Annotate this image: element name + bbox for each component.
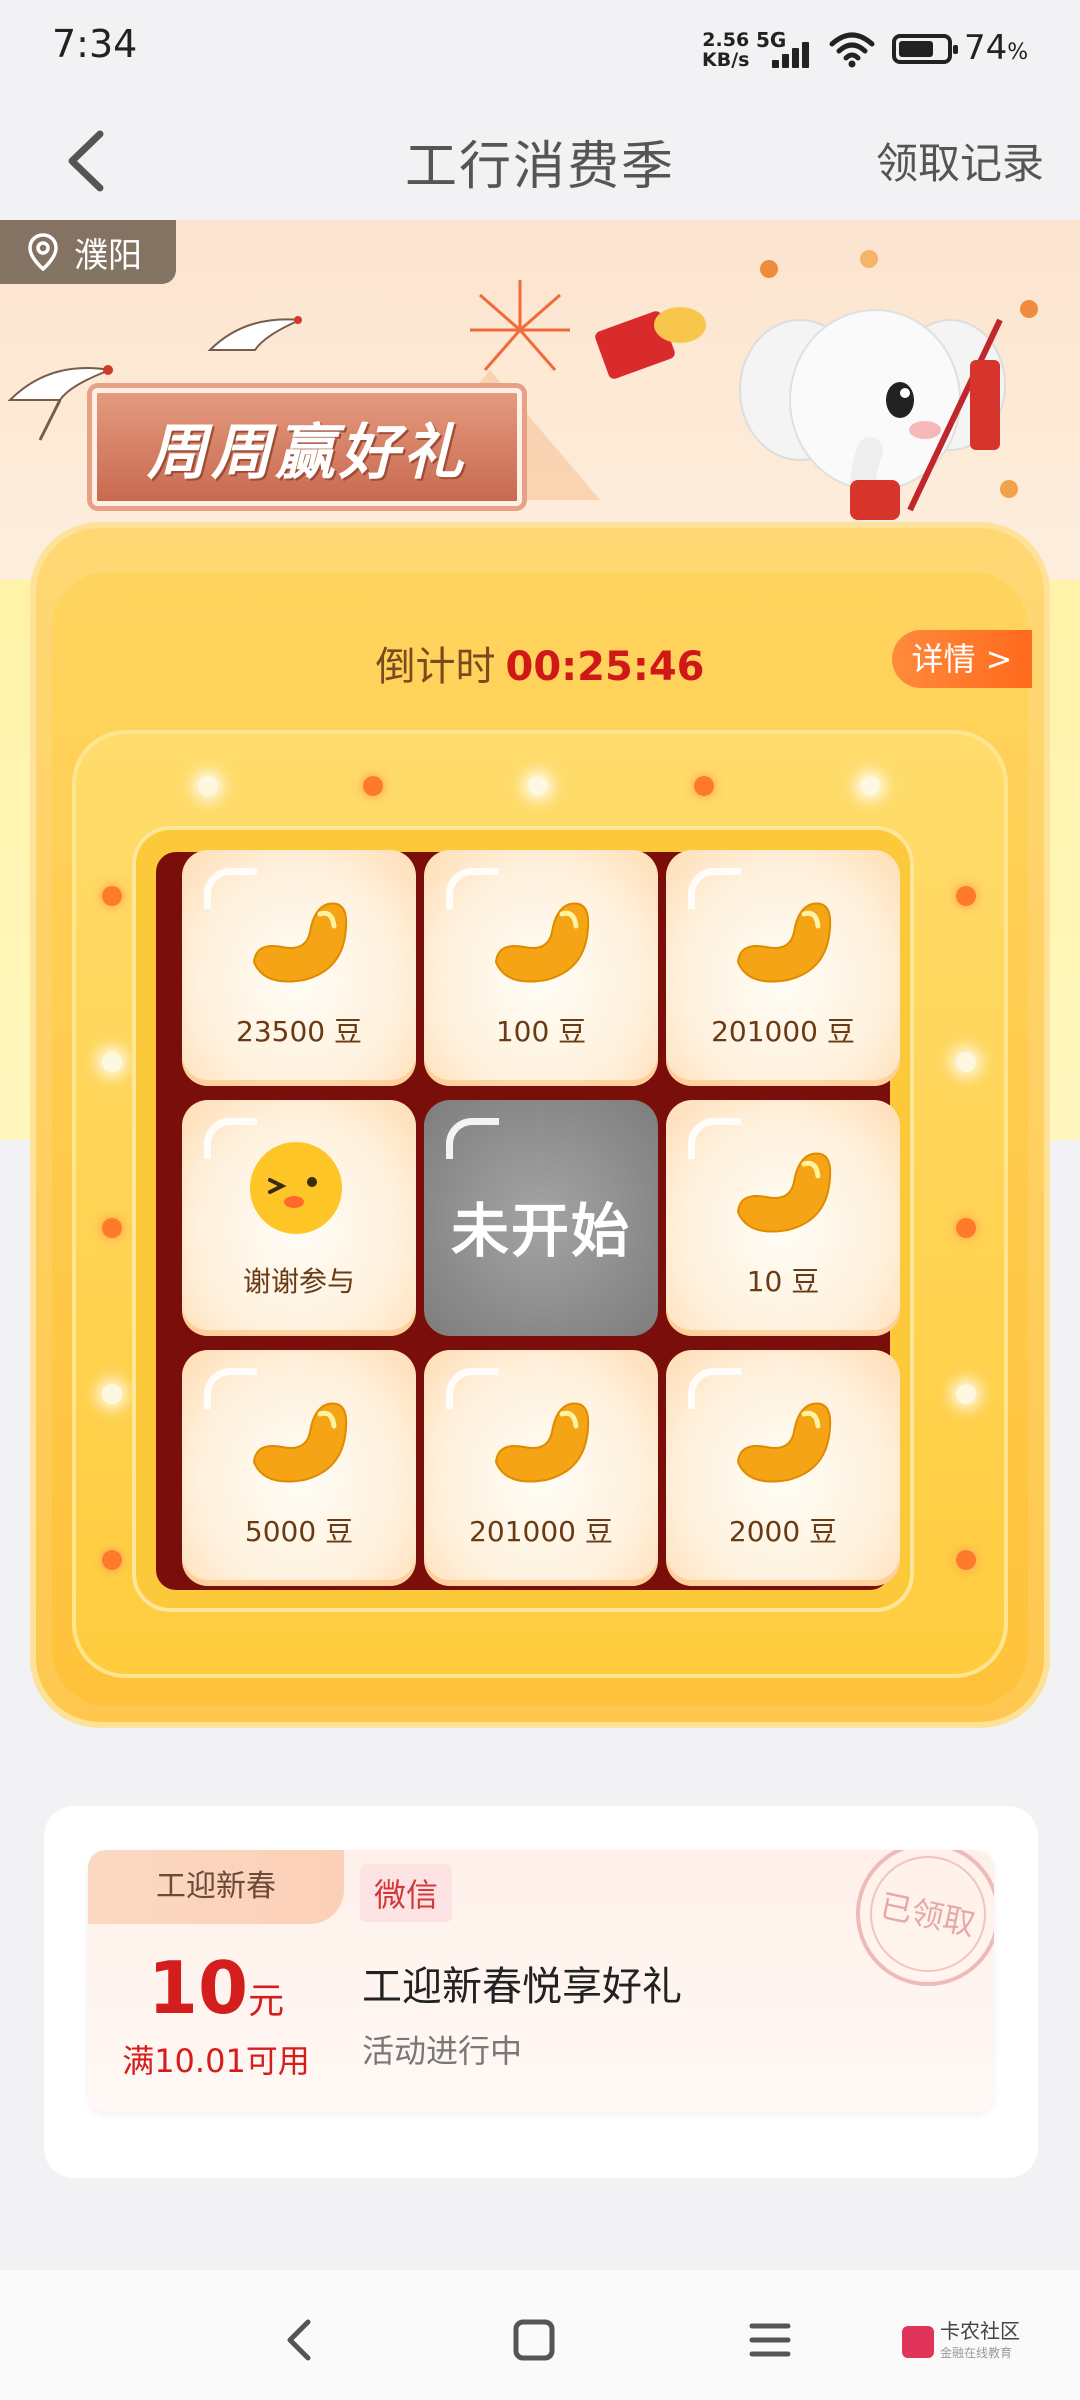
firework-icon	[470, 280, 570, 371]
nav-back-icon[interactable]	[270, 2310, 330, 2370]
countdown-time: 00:25:46	[505, 644, 705, 690]
golden-bean-icon	[736, 1152, 832, 1233]
location-pin-icon	[28, 233, 58, 271]
nav-home-icon[interactable]	[504, 2310, 564, 2370]
coupon-amount: 10元	[147, 1946, 285, 2030]
elephant-mascot-icon	[739, 309, 1006, 530]
location-name: 濮阳	[74, 235, 142, 276]
golden-bean-icon	[252, 902, 348, 983]
prize-cell: 201000 豆	[424, 1350, 658, 1586]
prize-cell: 201000 豆	[666, 850, 900, 1086]
prize-cell: 谢谢参与	[182, 1100, 416, 1336]
status-time: 7:34	[52, 22, 138, 66]
network-speed: 2.56 KB/s	[702, 29, 750, 71]
signal-icon	[772, 38, 816, 68]
battery-icon	[892, 34, 958, 64]
prize-cell: 23500 豆	[182, 850, 416, 1086]
status-bar: 7:34 2.56 KB/s 5G 74%	[0, 0, 1080, 100]
countdown-label: 倒计时	[375, 644, 496, 690]
prize-cell: 10 豆	[666, 1100, 900, 1336]
watermark-brand: 卡农社区 金融在线教育	[902, 2320, 1020, 2364]
golden-bean-icon	[252, 1402, 348, 1483]
coupon-card[interactable]: 工迎新春 10元 满10.01可用 微信 工迎新春悦享好礼 活动进行中 已领取	[88, 1850, 994, 2112]
claim-record-link[interactable]: 领取记录	[876, 130, 1044, 191]
brand-logo-icon	[902, 2326, 934, 2358]
coupon-condition: 满10.01可用	[122, 2042, 310, 2080]
golden-bean-icon	[494, 1402, 590, 1483]
system-nav-bar: 卡农社区 金融在线教育	[0, 2270, 1080, 2400]
start-draw-button[interactable]: 未开始	[424, 1100, 658, 1336]
crane-icon	[207, 316, 302, 351]
coupon-panel: 工迎新春 10元 满10.01可用 微信 工迎新春悦享好礼 活动进行中 已领取	[44, 1806, 1038, 2178]
golden-bean-icon	[736, 1402, 832, 1483]
golden-bean-icon	[494, 902, 590, 983]
coupon-tag: 工迎新春	[88, 1850, 344, 1924]
claimed-stamp: 已领取	[856, 1850, 994, 1986]
wifi-icon	[829, 32, 875, 68]
prize-cell: 2000 豆	[666, 1350, 900, 1586]
prize-cell: 100 豆	[424, 850, 658, 1086]
detail-button[interactable]: 详情 >	[892, 630, 1032, 688]
channel-badge: 微信	[360, 1864, 453, 1922]
smiley-face-icon	[250, 1142, 342, 1234]
coupon-title: 工迎新春悦享好礼	[362, 1964, 682, 2010]
location-chip[interactable]: 濮阳	[0, 220, 176, 284]
lottery-card: 倒计时 00:25:46 详情 > 23500 豆 100 豆 201000 豆…	[30, 522, 1050, 1728]
coupon-status: 活动进行中	[362, 2032, 523, 2070]
golden-bean-icon	[736, 902, 832, 983]
nav-menu-icon[interactable]	[740, 2310, 800, 2370]
nav-bar: 工行消费季 领取记录	[0, 100, 1080, 220]
banner-headline: 周周赢好礼	[92, 388, 522, 506]
red-envelope-icon	[595, 307, 706, 379]
battery-percent: 74%	[964, 28, 1029, 68]
prize-cell: 5000 豆	[182, 1350, 416, 1586]
